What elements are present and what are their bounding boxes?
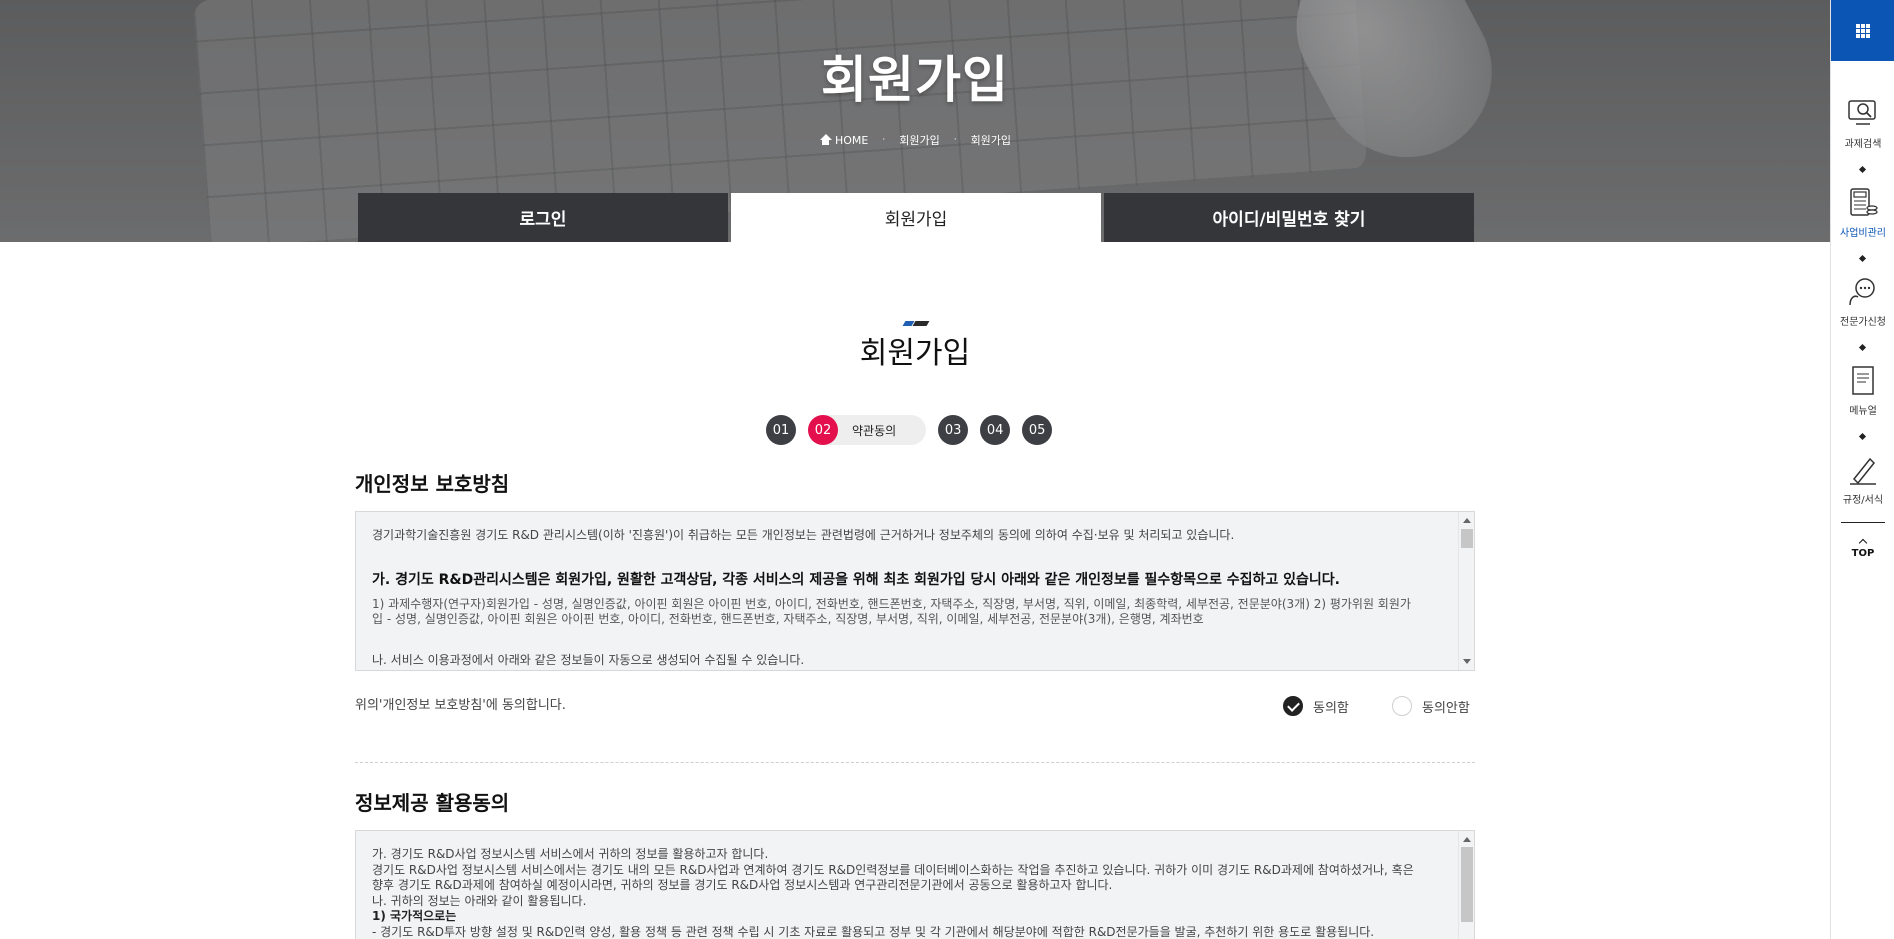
privacy-scrollbar[interactable] [1458, 512, 1474, 670]
home-icon [819, 133, 832, 145]
section-divider [355, 762, 1475, 763]
privacy-body: 1) 과제수행자(연구자)회원가입 - 성명, 실명인증값, 아이핀 회원은 아… [372, 597, 1411, 626]
info-use-terms-box[interactable]: 가. 경기도 R&D사업 정보시스템 서비스에서 귀하의 정보를 활용하고자 합… [355, 830, 1475, 939]
tab-signup[interactable]: 회원가입 [731, 193, 1101, 242]
step-05: 05 [1022, 415, 1053, 445]
privacy-agree-radio[interactable]: 동의함 [1283, 696, 1349, 716]
info-use-scrollbar[interactable] [1458, 831, 1474, 939]
quick-item-manual[interactable]: 메뉴얼 [1831, 364, 1894, 417]
quick-item-regulations-forms[interactable]: 규정/서식 [1831, 453, 1894, 506]
member-tabs: 로그인 회원가입 아이디/비밀번호 찾기 [358, 193, 1474, 242]
step-current: 02 약관동의 [808, 415, 927, 445]
step-02: 02 [808, 415, 838, 445]
privacy-next-line: 나. 서비스 이용과정에서 아래와 같은 정보들이 자동으로 생성되어 수집될 … [372, 653, 805, 667]
info-use-line: - 경기도 R&D투자 방향 설정 및 R&D인력 양성, 활용 정책 등 관련… [372, 924, 1375, 939]
hero-banner: 회원가입 HOME · 회원가입 · 회원가입 로그인 회원가입 아이디/비밀번… [0, 0, 1830, 242]
privacy-disagree-radio[interactable]: 동의안함 [1392, 696, 1470, 716]
scroll-thumb[interactable] [1461, 847, 1473, 922]
privacy-section-title: 개인정보 보호방침 [355, 472, 510, 496]
breadcrumb-level1[interactable]: 회원가입 [899, 132, 939, 148]
breadcrumb-home[interactable]: HOME [819, 133, 868, 147]
step-03: 03 [938, 415, 969, 445]
chevron-up-icon [1858, 538, 1868, 548]
pen-document-icon [1846, 453, 1880, 487]
info-use-line: 가. 경기도 R&D사업 정보시스템 서비스에서 귀하의 정보를 활용하고자 합… [372, 847, 769, 861]
quick-item-expert-application[interactable]: 전문가신청 [1831, 275, 1894, 328]
expert-bulb-icon [1846, 275, 1880, 309]
manual-book-icon [1846, 364, 1880, 398]
breadcrumb: HOME · 회원가입 · 회원가입 [0, 132, 1830, 148]
signup-steps: 01 02 약관동의 03 04 05 [766, 415, 1064, 445]
title-accent-mark [902, 321, 930, 326]
tab-find-id-password[interactable]: 아이디/비밀번호 찾기 [1104, 193, 1474, 242]
step-01: 01 [766, 415, 796, 445]
radio-checked-icon[interactable] [1283, 696, 1303, 716]
privacy-heading: 가. 경기도 R&D관리시스템은 회원가입, 원활한 고객상담, 각종 서비스의… [372, 572, 1340, 588]
step-04: 04 [980, 415, 1011, 445]
privacy-agree-row: 위의'개인정보 보호방침'에 동의합니다. 동의함 동의안함 [355, 694, 1475, 718]
scroll-top-button[interactable]: TOP [1831, 538, 1894, 559]
privacy-terms-box[interactable]: 경기과학기술진흥원 경기도 R&D 관리시스템(이하 '진흥원')이 취급하는 … [355, 511, 1475, 671]
step-current-label: 약관동의 [852, 423, 897, 438]
breadcrumb-separator: · [882, 135, 886, 145]
hero-title: 회원가입 [821, 51, 1009, 109]
quick-item-budget-management[interactable]: 사업비관리 [1831, 186, 1894, 239]
privacy-intro: 경기과학기술진흥원 경기도 R&D 관리시스템(이하 '진흥원')이 취급하는 … [372, 528, 1235, 542]
scroll-up-icon[interactable] [1463, 837, 1471, 842]
scroll-thumb[interactable] [1461, 529, 1473, 548]
info-use-section-title: 정보제공 활용동의 [355, 791, 510, 815]
privacy-agree-question: 위의'개인정보 보호방침'에 동의합니다. [355, 698, 566, 713]
search-monitor-icon [1846, 97, 1880, 131]
grid-menu-icon [1856, 23, 1870, 38]
info-use-line: 경기도 R&D사업 정보시스템 서비스에서는 경기도 내의 모든 R&D사업과 … [372, 862, 1414, 893]
radio-unchecked-icon[interactable] [1392, 696, 1412, 716]
calculator-coins-icon [1846, 186, 1880, 220]
breadcrumb-separator: · [953, 135, 957, 145]
all-menu-button[interactable] [1831, 0, 1894, 61]
page-title: 회원가입 [859, 336, 971, 371]
quick-menu-bar: 과제검색 사업비관리 전문가신청 메뉴얼 규정/서식 TOP [1830, 0, 1894, 939]
breadcrumb-level2[interactable]: 회원가입 [971, 132, 1011, 148]
tab-login[interactable]: 로그인 [358, 193, 728, 242]
info-use-line: 1) 국가적으로는 [372, 909, 457, 923]
scroll-up-icon[interactable] [1463, 518, 1471, 523]
info-use-line: 나. 귀하의 정보는 아래와 같이 활용됩니다. [372, 893, 587, 908]
scroll-down-icon[interactable] [1463, 659, 1471, 664]
quick-item-project-search[interactable]: 과제검색 [1831, 97, 1894, 150]
